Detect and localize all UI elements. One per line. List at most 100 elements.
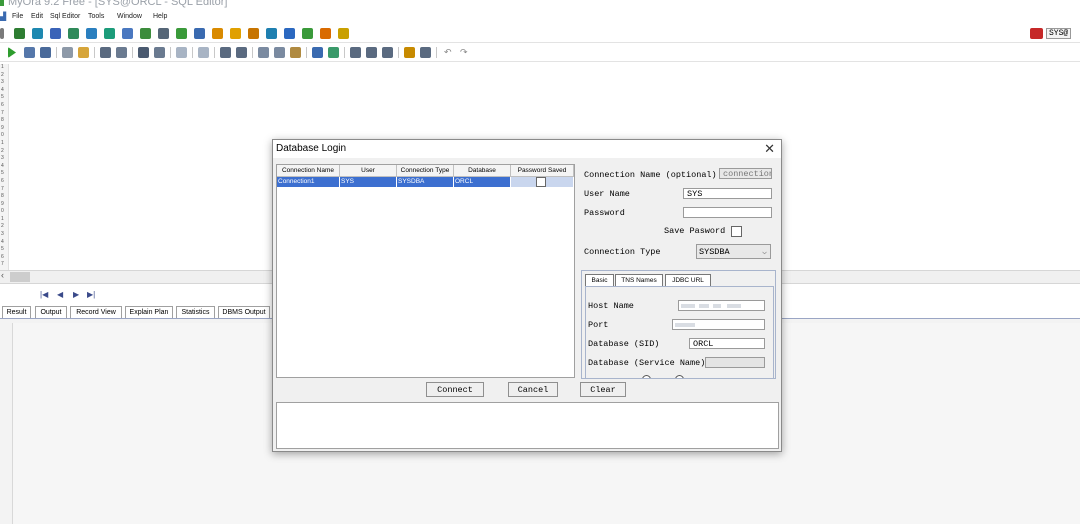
col-password-saved[interactable]: Password Saved bbox=[511, 165, 574, 177]
font-down-icon[interactable] bbox=[198, 47, 209, 58]
find-next-icon[interactable] bbox=[154, 47, 165, 58]
find-icon[interactable] bbox=[138, 47, 149, 58]
scroll-thumb[interactable] bbox=[10, 272, 30, 282]
toolbar-editor: ↶ ↷ bbox=[0, 44, 1080, 62]
connection-type-label: Connection Type bbox=[584, 247, 661, 257]
close-icon[interactable]: ✕ bbox=[764, 141, 775, 157]
port-field[interactable] bbox=[672, 319, 765, 330]
connection-type-select[interactable]: SYSDBA ⌵ bbox=[696, 244, 771, 259]
menu-sql-editor[interactable]: Sql Editor bbox=[50, 13, 80, 20]
col-database[interactable]: Database bbox=[454, 165, 511, 177]
line-number: 6 bbox=[1, 101, 4, 108]
col-connection-name[interactable]: Connection Name bbox=[277, 165, 340, 177]
menu-help[interactable]: Help bbox=[153, 13, 167, 20]
commit-icon[interactable] bbox=[404, 47, 415, 58]
clear-button[interactable]: Clear bbox=[580, 382, 626, 397]
cancel-button[interactable]: Cancel bbox=[508, 382, 558, 397]
locks-icon[interactable] bbox=[104, 28, 115, 39]
font-up-icon[interactable] bbox=[176, 47, 187, 58]
describe-icon[interactable] bbox=[328, 47, 339, 58]
export-icon[interactable] bbox=[382, 47, 393, 58]
tablespace-icon[interactable] bbox=[140, 28, 151, 39]
service-name-field[interactable] bbox=[705, 357, 765, 368]
undo-icon[interactable]: ↶ bbox=[444, 47, 452, 58]
paste-icon[interactable] bbox=[290, 47, 301, 58]
password-saved-checkbox[interactable] bbox=[536, 177, 546, 187]
network-icon[interactable] bbox=[68, 28, 79, 39]
tab-explain-plan[interactable]: Explain Plan bbox=[125, 306, 173, 318]
top-sessions-icon[interactable] bbox=[212, 28, 223, 39]
chart-icon[interactable] bbox=[176, 28, 187, 39]
users-icon[interactable] bbox=[50, 28, 61, 39]
app-icon bbox=[0, 0, 4, 6]
history-icon[interactable] bbox=[350, 47, 361, 58]
schema-icon[interactable] bbox=[32, 28, 43, 39]
separator bbox=[398, 47, 399, 58]
sid-field[interactable]: ORCL bbox=[689, 338, 765, 349]
alert-icon[interactable] bbox=[338, 28, 349, 39]
col-connection-type[interactable]: Connection Type bbox=[397, 165, 454, 177]
print-icon[interactable] bbox=[236, 47, 247, 58]
password-field[interactable] bbox=[683, 207, 772, 218]
col-user[interactable]: User bbox=[340, 165, 397, 177]
first-record-icon[interactable]: |◀ bbox=[40, 290, 48, 299]
redo-icon[interactable]: ↷ bbox=[460, 47, 468, 58]
line-number: 1 bbox=[1, 64, 4, 70]
last-record-icon[interactable]: ▶| bbox=[87, 290, 95, 299]
session-label[interactable]: SYS@ bbox=[1046, 28, 1072, 39]
tab-result[interactable]: Result bbox=[2, 306, 31, 318]
storage-icon[interactable] bbox=[122, 28, 133, 39]
save-icon[interactable] bbox=[100, 47, 111, 58]
line-number: 0 bbox=[1, 208, 4, 215]
menu-file[interactable]: File bbox=[12, 13, 23, 20]
run-script-icon[interactable] bbox=[24, 47, 35, 58]
tab-dbms-output[interactable]: DBMS Output bbox=[218, 306, 270, 318]
menu-window[interactable]: Window bbox=[117, 13, 142, 20]
save-password-checkbox[interactable] bbox=[731, 226, 742, 237]
line-number: 6 bbox=[1, 177, 4, 184]
top-sql-icon[interactable] bbox=[248, 28, 259, 39]
user-name-field[interactable]: SYS bbox=[683, 188, 772, 199]
tip-icon[interactable] bbox=[230, 28, 241, 39]
format-icon[interactable] bbox=[312, 47, 323, 58]
copy-icon[interactable] bbox=[274, 47, 285, 58]
io-icon[interactable] bbox=[266, 28, 277, 39]
host-name-field[interactable] bbox=[678, 300, 765, 311]
report-icon[interactable] bbox=[158, 28, 169, 39]
scroll-left-icon[interactable]: ‹ bbox=[1, 270, 4, 280]
next-record-icon[interactable]: ▶ bbox=[73, 290, 79, 299]
open-icon[interactable] bbox=[78, 47, 89, 58]
menu-tools[interactable]: Tools bbox=[88, 13, 104, 20]
growth-icon[interactable] bbox=[302, 28, 313, 39]
connection-name-field[interactable]: connection1 bbox=[719, 168, 772, 179]
run-sel-icon[interactable] bbox=[40, 47, 51, 58]
print-preview-icon[interactable] bbox=[220, 47, 231, 58]
explain-icon[interactable] bbox=[366, 47, 377, 58]
save-all-icon[interactable] bbox=[116, 47, 127, 58]
tab-record-view[interactable]: Record View bbox=[70, 306, 122, 318]
radio-service[interactable] bbox=[675, 375, 684, 378]
radio-sid[interactable] bbox=[642, 375, 651, 378]
cell-database: ORCL bbox=[454, 177, 511, 187]
cut-icon[interactable] bbox=[258, 47, 269, 58]
sessions-icon[interactable] bbox=[86, 28, 97, 39]
run-icon[interactable] bbox=[8, 47, 16, 58]
connection-details-panel: Basic TNS Names JDBC URL Host Name Port … bbox=[581, 270, 776, 379]
message-area bbox=[276, 402, 779, 449]
sql-connect-icon[interactable] bbox=[14, 28, 25, 39]
tab-statistics[interactable]: Statistics bbox=[176, 306, 215, 318]
sid-label: Database (SID) bbox=[588, 339, 660, 349]
connect-button[interactable]: Connect bbox=[426, 382, 484, 397]
disconnect-icon[interactable] bbox=[1030, 28, 1043, 39]
line-number: 5 bbox=[1, 246, 4, 253]
rollback-icon[interactable] bbox=[420, 47, 431, 58]
tab-output[interactable]: Output bbox=[35, 306, 67, 318]
prev-record-icon[interactable]: ◀ bbox=[57, 290, 63, 299]
waits-icon[interactable] bbox=[284, 28, 295, 39]
menu-edit[interactable]: Edit bbox=[31, 13, 43, 20]
new-icon[interactable] bbox=[62, 47, 73, 58]
monitor-icon[interactable] bbox=[194, 28, 205, 39]
db-icon[interactable] bbox=[0, 28, 4, 39]
top10-icon[interactable] bbox=[320, 28, 331, 39]
line-number: 4 bbox=[1, 86, 4, 93]
